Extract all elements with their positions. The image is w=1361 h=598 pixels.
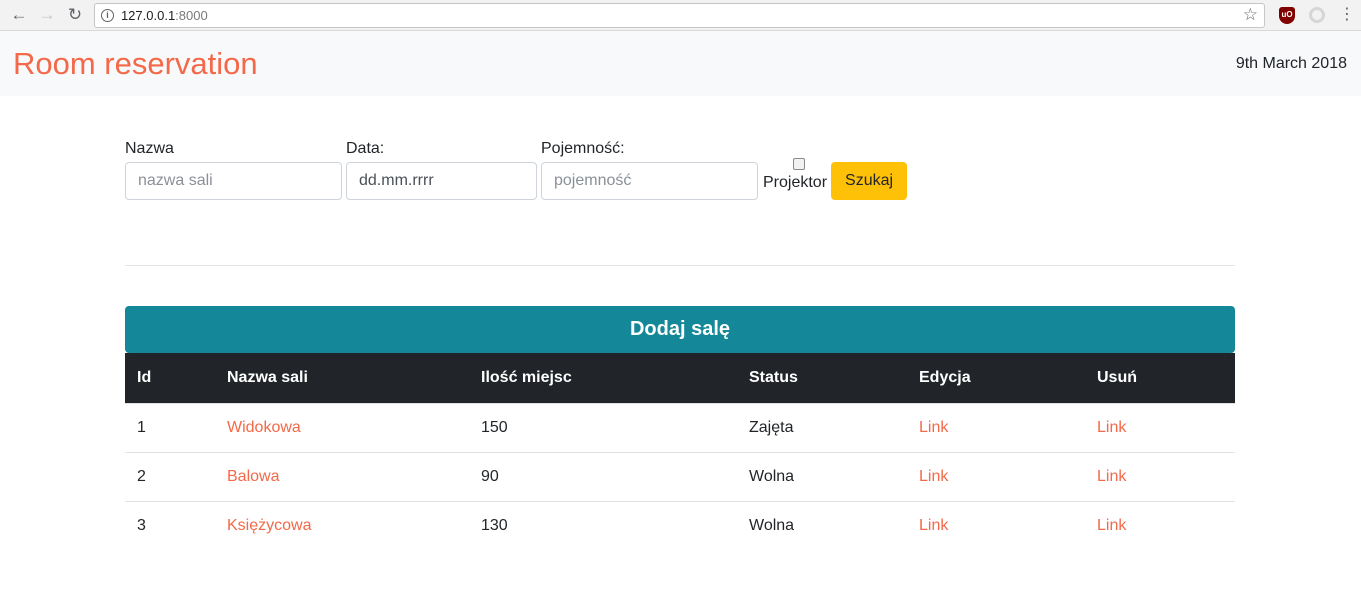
address-bar[interactable]: i 127.0.0.1:8000 ☆: [93, 2, 1266, 28]
header-status: Status: [749, 368, 798, 386]
projector-label: Projektor: [763, 174, 828, 191]
edit-link[interactable]: Link: [919, 419, 948, 436]
url-host: 127.0.0.1: [120, 7, 176, 23]
delete-link[interactable]: Link: [1097, 517, 1126, 534]
date-input[interactable]: [346, 162, 537, 200]
room-name-link[interactable]: Księżycowa: [227, 517, 311, 534]
extension-icon[interactable]: [1309, 7, 1326, 23]
header-id: Id: [137, 368, 152, 386]
room-name-link[interactable]: Widokowa: [227, 419, 301, 436]
room-id: 1: [125, 402, 215, 452]
room-id: 2: [125, 451, 215, 501]
room-name-link[interactable]: Balowa: [227, 468, 279, 485]
delete-link[interactable]: Link: [1097, 419, 1126, 436]
name-label: Nazwa: [125, 140, 174, 157]
add-room-button[interactable]: Dodaj salę: [125, 306, 1235, 353]
room-name-input[interactable]: [125, 162, 342, 200]
header-delete: Usuń: [1097, 368, 1137, 386]
reload-icon[interactable]: ↻: [62, 2, 88, 28]
forward-arrow-icon[interactable]: →: [34, 2, 60, 28]
room-status: Wolna: [737, 500, 907, 550]
edit-link[interactable]: Link: [919, 468, 948, 485]
rooms-section: Dodaj salę Id Nazwa sali Ilość miejsc St…: [125, 306, 1235, 550]
room-seats: 130: [469, 500, 737, 550]
browser-menu-icon[interactable]: ⋮: [1339, 7, 1355, 23]
rooms-table: Id Nazwa sali Ilość miejsc Status Edycja…: [125, 353, 1235, 550]
search-button[interactable]: Szukaj: [831, 162, 908, 200]
browser-toolbar: ← → ↻ i 127.0.0.1:8000 ☆ uO ⋮: [0, 0, 1361, 31]
divider: [125, 265, 1235, 266]
delete-link[interactable]: Link: [1097, 468, 1126, 485]
ublock-extension-icon[interactable]: uO: [1279, 6, 1296, 24]
brand-title[interactable]: Room reservation: [13, 46, 258, 82]
current-date: 9th March 2018: [1235, 54, 1347, 72]
table-row: 3 Księżycowa 130 Wolna Link Link: [125, 500, 1235, 550]
room-id: 3: [125, 500, 215, 550]
header-edit: Edycja: [919, 368, 971, 386]
table-row: 2 Balowa 90 Wolna Link Link: [125, 451, 1235, 501]
url-port: :8000: [175, 7, 208, 23]
projector-option: Projektor: [763, 158, 827, 200]
capacity-input[interactable]: [541, 162, 758, 200]
info-icon[interactable]: i: [100, 8, 114, 22]
header-room-name: Nazwa sali: [227, 368, 308, 386]
bookmark-star-icon[interactable]: ☆: [1243, 5, 1258, 25]
back-arrow-icon[interactable]: ←: [6, 2, 32, 28]
room-status: Wolna: [737, 451, 907, 501]
table-header-row: Id Nazwa sali Ilość miejsc Status Edycja…: [125, 353, 1235, 403]
navbar: Room reservation 9th March 2018: [0, 31, 1361, 96]
room-seats: 90: [469, 451, 737, 501]
search-form: Nazwa Data: Pojemność: Projektor Szukaj: [125, 140, 908, 200]
projector-checkbox[interactable]: [793, 158, 806, 170]
edit-link[interactable]: Link: [919, 517, 948, 534]
header-seats: Ilość miejsc: [481, 368, 572, 386]
capacity-label: Pojemność:: [541, 140, 625, 157]
room-seats: 150: [469, 402, 737, 452]
date-label: Data:: [346, 140, 385, 157]
table-row: 1 Widokowa 150 Zajęta Link Link: [125, 402, 1235, 452]
room-status: Zajęta: [737, 402, 907, 452]
